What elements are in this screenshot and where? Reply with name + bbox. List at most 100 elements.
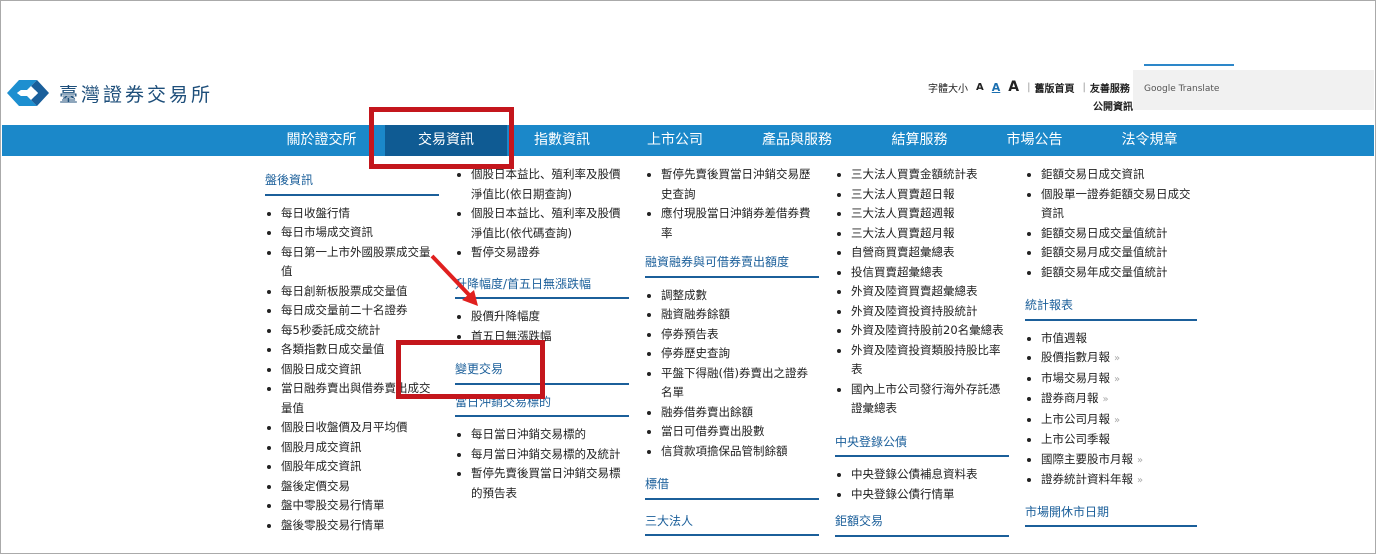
list-item[interactable]: 每月當日沖銷交易標的及統計	[471, 445, 629, 465]
list-item[interactable]: 鉅額交易日成交量值統計	[1041, 224, 1197, 244]
double-chevron-icon: »	[1114, 353, 1121, 364]
list-item-label: 上市公司季報	[1041, 432, 1110, 446]
list-item[interactable]: 證券商月報»	[1041, 389, 1197, 410]
list-item[interactable]: 上市公司季報	[1041, 430, 1197, 450]
section-margin[interactable]: 融資融券與可借券賣出額度	[645, 253, 819, 278]
list-item[interactable]: 融券借券賣出餘額	[661, 403, 819, 423]
twse-logo-icon	[7, 80, 49, 106]
section-market-holidays[interactable]: 市場開休市日期	[1025, 503, 1197, 527]
list-item[interactable]: 外資及陸資投資類股持股比率表	[851, 341, 1009, 380]
list-item[interactable]: 市值週報	[1041, 329, 1197, 349]
list-item[interactable]: 應付現股當日沖銷券差借券費率	[661, 204, 819, 243]
friendly-service-link[interactable]: 友善服務	[1090, 80, 1130, 95]
double-chevron-icon: »	[1137, 454, 1144, 466]
list-item[interactable]: 股價指數月報 »	[1041, 348, 1197, 369]
red-arrow-icon	[430, 254, 478, 306]
highlight-box-nav	[369, 107, 514, 169]
highlight-box-change-trading	[396, 340, 545, 399]
list-item-label: 股價指數月報	[1041, 350, 1110, 364]
list-item[interactable]: 外資及陸資持股前20名彙總表	[851, 321, 1009, 341]
divider: |	[1082, 81, 1086, 93]
list-item[interactable]: 外資及陸資投資持股統計	[851, 302, 1009, 322]
list-item-label: 市值週報	[1041, 330, 1087, 345]
list-item[interactable]: 每5秒委託成交統計	[281, 321, 439, 341]
main-nav: 關於證交所 交易資訊 指數資訊 上市公司 產品與服務 結算服務 市場公告 法令規…	[2, 125, 1374, 156]
font-size-label: 字體大小	[928, 83, 968, 95]
menu-col-4: 三大法人買賣金額統計表 三大法人買賣超日報 三大法人買賣超週報 三大法人買賣超月…	[835, 165, 1009, 545]
list-item[interactable]: 三大法人買賣超週報	[851, 204, 1009, 224]
google-translate-widget[interactable]: Google Translate	[1133, 64, 1374, 110]
section-gov-bond[interactable]: 中央登錄公債	[835, 433, 1009, 457]
list-item[interactable]: 中央登錄公債行情單	[851, 485, 1009, 505]
list-item[interactable]: 三大法人買賣金額統計表	[851, 165, 1009, 185]
list-item[interactable]: 調整成數	[661, 286, 819, 306]
list-item[interactable]: 停券預告表	[661, 325, 819, 345]
list-item[interactable]: 個股單一證券鉅額交易日成交資訊	[1041, 185, 1197, 224]
list-item[interactable]: 盤後定價交易	[281, 477, 439, 497]
section-institutional[interactable]: 三大法人	[645, 512, 819, 536]
list-item[interactable]: 個股年成交資訊	[281, 457, 439, 477]
list-item[interactable]: 市場交易月報 »	[1041, 369, 1197, 390]
section-after-hours[interactable]: 盤後資訊	[265, 171, 439, 196]
nav-item-regulations[interactable]: 法令規章	[1092, 125, 1207, 156]
list-item[interactable]: 鉅額交易年成交量值統計	[1041, 263, 1197, 283]
menu-col-2: 個股日本益比、殖利率及股價淨值比(依日期查詢) 個股日本益比、殖利率及股價淨值比…	[455, 165, 629, 511]
list-item[interactable]: 鉅額交易日成交資訊	[1041, 165, 1197, 185]
section-statistics[interactable]: 統計報表	[1025, 296, 1197, 321]
list-item[interactable]: 國內上市公司發行海外存託憑證彙總表	[851, 380, 1009, 419]
nav-item-listed[interactable]: 上市公司	[620, 125, 730, 156]
list-item[interactable]: 每日當日沖銷交易標的	[471, 425, 629, 445]
font-size-large-button[interactable]: A	[1008, 79, 1019, 95]
list-item[interactable]: 國際主要股市月報 »	[1041, 450, 1197, 471]
list-item[interactable]: 每日創新板股票成交量值	[281, 282, 439, 302]
nav-item-index[interactable]: 指數資訊	[507, 125, 617, 156]
list-item[interactable]: 信貸款項擔保品管制餘額	[661, 442, 819, 462]
divider: |	[1027, 81, 1031, 93]
list-item[interactable]: 三大法人買賣超月報	[851, 224, 1009, 244]
simple-home-link[interactable]: 舊版首頁	[1034, 80, 1074, 95]
list-item[interactable]: 投信買賣超彙總表	[851, 263, 1009, 283]
list-item[interactable]: 證券統計資料年報 »	[1041, 470, 1197, 491]
list-item[interactable]: 個股日收盤價及月平均價	[281, 418, 439, 438]
list-item-label: 上市公司月報	[1041, 411, 1110, 426]
list-item[interactable]: 自營商買賣超彙總表	[851, 243, 1009, 263]
list-item[interactable]: 每日第一上市外國股票成交量值	[281, 243, 439, 282]
list-item[interactable]: 暫停交易證券	[471, 243, 629, 263]
double-chevron-icon: »	[1114, 373, 1121, 385]
list-item[interactable]: 每日市場成交資訊	[281, 223, 439, 243]
list-item[interactable]: 停券歷史查詢	[661, 344, 819, 364]
list-item[interactable]: 融資融券餘額	[661, 305, 819, 325]
nav-item-products[interactable]: 產品與服務	[732, 125, 862, 156]
list-item[interactable]: 平盤下得融(借)券賣出之證券名單	[661, 364, 819, 403]
list-item[interactable]: 暫停先賣後買當日沖銷交易歷史查詢	[661, 165, 819, 204]
menu-col-5: 鉅額交易日成交資訊 個股單一證券鉅額交易日成交資訊 鉅額交易日成交量值統計 鉅額…	[1025, 165, 1197, 535]
list-item[interactable]: 盤後零股交易行情單	[281, 516, 439, 536]
font-size-medium-button[interactable]: A	[992, 81, 1001, 94]
list-item-label: 證券商月報	[1041, 391, 1099, 405]
list-item[interactable]: 盤中零股交易行情單	[281, 496, 439, 516]
list-item[interactable]: 股價升降幅度	[471, 307, 629, 327]
utility-bar: 字體大小 A A A | 舊版首頁 | 友善服務	[928, 79, 1138, 95]
list-item[interactable]: 鉅額交易月成交量值統計	[1041, 243, 1197, 263]
section-block-trade[interactable]: 鉅額交易	[835, 512, 1009, 537]
site-logo[interactable]: 臺灣證券交易所	[7, 76, 213, 110]
nav-item-announcements[interactable]: 市場公告	[977, 125, 1092, 156]
list-item[interactable]: 個股月成交資訊	[281, 438, 439, 458]
list-item[interactable]: 每日成交量前二十名證券	[281, 301, 439, 321]
section-tender[interactable]: 標借	[645, 475, 819, 500]
list-item[interactable]: 外資及陸資買賣超彙總表	[851, 282, 1009, 302]
nav-item-clearing[interactable]: 結算服務	[862, 125, 977, 156]
list-item[interactable]: 個股日本益比、殖利率及股價淨值比(依日期查詢)	[471, 165, 629, 204]
nav-item-about[interactable]: 關於證交所	[264, 125, 379, 156]
list-item[interactable]: 中央登錄公債補息資料表	[851, 465, 1009, 485]
double-chevron-icon: »	[1114, 414, 1121, 426]
list-item[interactable]: 個股日本益比、殖利率及股價淨值比(依代碼查詢)	[471, 204, 629, 243]
list-item-label: 證券統計資料年報	[1041, 472, 1133, 486]
public-info-link[interactable]: 公開資訊	[1093, 98, 1133, 113]
list-item[interactable]: 三大法人買賣超日報	[851, 185, 1009, 205]
list-item[interactable]: 暫停先賣後買當日沖銷交易標的預告表	[471, 464, 629, 503]
list-item[interactable]: 每日收盤行情	[281, 204, 439, 224]
list-item[interactable]: 當日可借券賣出股數	[661, 422, 819, 442]
font-size-small-button[interactable]: A	[976, 82, 984, 93]
list-item[interactable]: 上市公司月報 »	[1041, 410, 1197, 431]
